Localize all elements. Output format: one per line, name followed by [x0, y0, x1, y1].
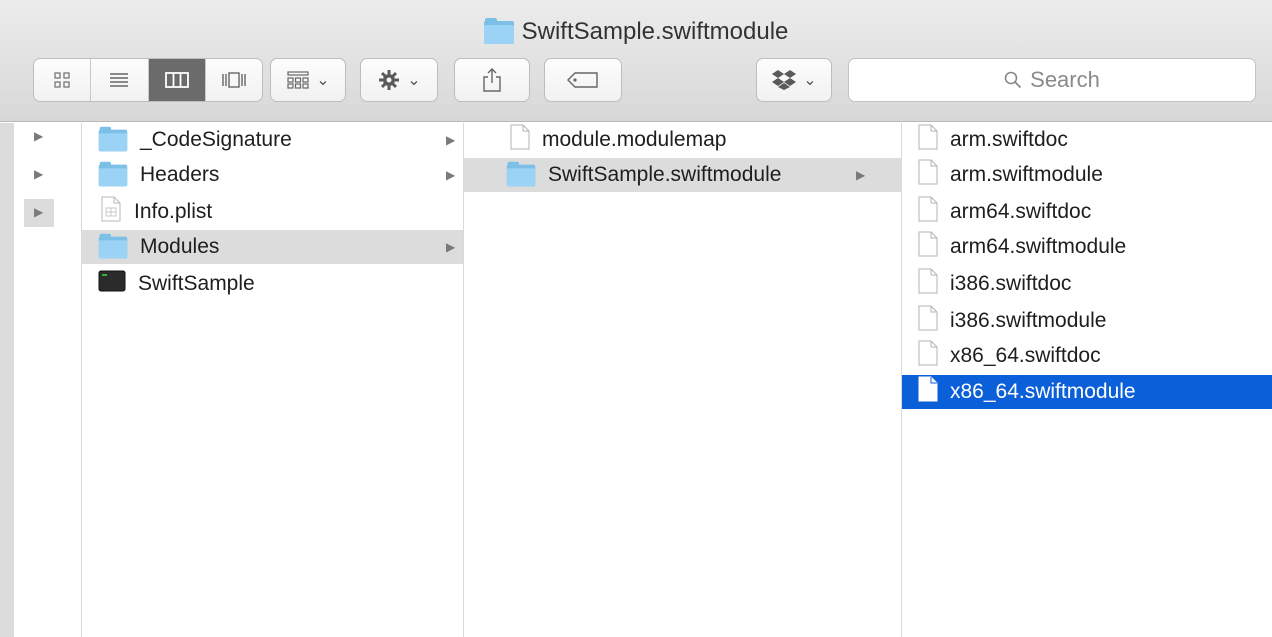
list-view-button[interactable] — [91, 59, 149, 101]
item-label: i386.swiftdoc — [950, 272, 1072, 295]
item-label: Info.plist — [134, 200, 213, 223]
gear-icon — [379, 70, 400, 90]
list-item[interactable]: arm.swiftdoc — [902, 123, 1272, 157]
chevron-down-icon: ⌄ — [803, 72, 817, 89]
document-icon — [510, 124, 530, 156]
chevron-down-icon: ⌄ — [407, 72, 421, 89]
column-browser: ▶ ▶ ▶ _CodeSignature ▶ Headers ▶ Info.pl… — [0, 123, 1272, 637]
list-item[interactable]: i386.swiftmodule — [902, 304, 1272, 338]
folder-icon — [506, 161, 536, 186]
folder-icon — [98, 126, 128, 151]
grid-icon — [54, 72, 70, 88]
disclosure-arrow-icon[interactable]: ▶ — [34, 129, 43, 143]
list-item[interactable]: module.modulemap — [464, 123, 901, 157]
terminal-executable-icon — [98, 270, 126, 298]
folder-icon — [483, 17, 514, 44]
item-label: SwiftSample — [138, 272, 255, 295]
plist-icon — [100, 196, 122, 228]
columns-icon — [164, 72, 189, 88]
document-icon — [918, 124, 938, 156]
item-label: arm.swiftmodule — [950, 163, 1103, 186]
arrange-icon — [287, 71, 309, 89]
item-label: x86_64.swiftdoc — [950, 344, 1101, 367]
document-icon — [918, 159, 938, 191]
tag-icon — [567, 72, 598, 88]
list-item-selected[interactable]: x86_64.swiftmodule — [902, 375, 1272, 409]
title-bar: SwiftSample.swiftmodule ⌄ ⌄ ⌄ Search — [0, 0, 1272, 122]
chevron-right-icon: ▶ — [446, 240, 456, 254]
search-field[interactable]: Search — [848, 58, 1256, 102]
tags-button[interactable] — [544, 58, 622, 102]
list-item[interactable]: arm64.swiftdoc — [902, 195, 1272, 229]
item-label: arm64.swiftdoc — [950, 200, 1092, 223]
coverflow-view-button[interactable] — [206, 59, 262, 101]
item-label: module.modulemap — [542, 128, 727, 151]
item-label: x86_64.swiftmodule — [950, 380, 1136, 403]
toolbar: ⌄ ⌄ ⌄ Search — [0, 58, 1272, 104]
column-view-button[interactable] — [148, 59, 206, 101]
folder-icon — [98, 161, 128, 186]
icon-view-button[interactable] — [34, 59, 92, 101]
list-item[interactable]: SwiftSample — [82, 267, 463, 301]
disclosure-arrow-icon[interactable]: ▶ — [34, 205, 43, 219]
document-icon — [918, 268, 938, 300]
chevron-right-icon: ▶ — [446, 133, 456, 147]
dropbox-icon — [772, 70, 797, 90]
action-button[interactable]: ⌄ — [360, 58, 438, 102]
list-item-selected[interactable]: SwiftSample.swiftmodule ▶ — [464, 158, 901, 192]
browser-column-2[interactable]: module.modulemap SwiftSample.swiftmodule… — [464, 123, 902, 637]
item-label: arm64.swiftmodule — [950, 235, 1127, 258]
document-icon — [918, 376, 938, 408]
disclosure-arrow-icon[interactable]: ▶ — [34, 167, 43, 181]
coverflow-icon — [222, 72, 246, 88]
list-item[interactable]: _CodeSignature ▶ — [82, 123, 463, 157]
item-label: SwiftSample.swiftmodule — [548, 163, 782, 186]
browser-column-3[interactable]: arm.swiftdoc arm.swiftmodule arm64.swift… — [902, 123, 1272, 637]
vertical-scrollbar[interactable] — [0, 123, 14, 637]
list-icon — [110, 73, 129, 87]
parent-strip-column[interactable]: ▶ ▶ ▶ — [0, 123, 82, 637]
item-label: _CodeSignature — [140, 128, 292, 151]
dropbox-button[interactable]: ⌄ — [756, 58, 832, 102]
browser-column-1[interactable]: _CodeSignature ▶ Headers ▶ Info.plist Mo… — [82, 123, 464, 637]
share-button[interactable] — [454, 58, 530, 102]
arrange-button[interactable]: ⌄ — [270, 58, 346, 102]
item-label: i386.swiftmodule — [950, 309, 1107, 332]
list-item[interactable]: x86_64.swiftdoc — [902, 339, 1272, 373]
list-item[interactable]: Info.plist — [82, 195, 463, 229]
chevron-right-icon: ▶ — [856, 168, 866, 182]
list-item[interactable]: i386.swiftdoc — [902, 267, 1272, 301]
item-label: Modules — [140, 235, 220, 258]
list-item-selected[interactable]: Modules ▶ — [82, 230, 463, 264]
view-mode-segmented-control[interactable] — [33, 58, 263, 102]
document-icon — [918, 231, 938, 263]
share-icon — [483, 68, 501, 92]
window-title-text: SwiftSample.swiftmodule — [521, 18, 789, 45]
chevron-down-icon: ⌄ — [316, 72, 330, 89]
finder-window: SwiftSample.swiftmodule ⌄ ⌄ ⌄ Search ▶ ▶… — [0, 0, 1272, 637]
list-item[interactable]: arm.swiftmodule — [902, 158, 1272, 192]
document-icon — [918, 196, 938, 228]
folder-icon — [98, 233, 128, 258]
list-item[interactable]: Headers ▶ — [82, 158, 463, 192]
document-icon — [918, 340, 938, 372]
search-icon — [1004, 71, 1022, 89]
chevron-right-icon: ▶ — [446, 168, 456, 182]
list-item[interactable]: arm64.swiftmodule — [902, 230, 1272, 264]
item-label: arm.swiftdoc — [950, 128, 1068, 151]
document-icon — [918, 305, 938, 337]
window-title: SwiftSample.swiftmodule — [0, 14, 1272, 50]
search-placeholder: Search — [1030, 67, 1100, 92]
item-label: Headers — [140, 163, 220, 186]
